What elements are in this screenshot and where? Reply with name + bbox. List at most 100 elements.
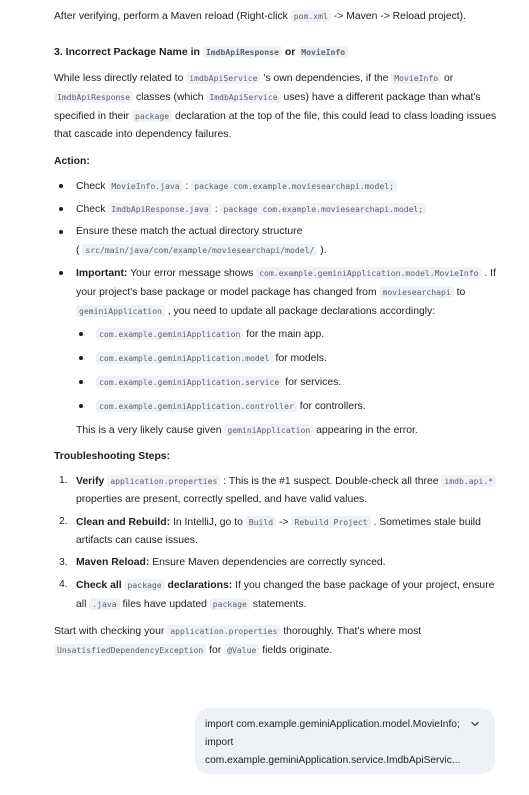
inline-code: application.properties <box>167 625 281 637</box>
text: for the main app. <box>243 329 325 340</box>
text: Check <box>76 204 109 215</box>
text: or <box>441 73 454 84</box>
closing-paragraph: Start with checking your application.pro… <box>54 622 502 660</box>
text: Check <box>76 181 109 192</box>
user-message-line: import <box>205 737 234 748</box>
text: -> <box>276 517 292 528</box>
text: to <box>453 287 466 298</box>
inline-code: MovieInfo <box>298 46 349 58</box>
text: properties are present, correctly spelle… <box>76 494 368 505</box>
text: fields originate. <box>259 645 333 656</box>
inline-code: package <box>124 579 165 591</box>
inline-code: MovieInfo.java <box>108 180 183 192</box>
inline-code: UnsatisfiedDependencyException <box>54 644 207 656</box>
assistant-response: After verifying, perform a Maven reload … <box>54 7 502 660</box>
text: files have updated <box>119 599 210 610</box>
inline-code: ImdbApiResponse <box>202 46 282 58</box>
inline-code: package <box>131 110 173 122</box>
text: In IntelliJ, go to <box>170 517 246 528</box>
list-number: 4. <box>59 579 68 590</box>
inline-code: moviesearchapi <box>379 286 454 298</box>
inline-code: MovieInfo <box>391 72 442 84</box>
chevron-down-icon[interactable] <box>469 718 481 730</box>
list-item: com.example.geminiApplication.controller… <box>76 397 502 416</box>
inline-code: ImdbApiResponse.java <box>108 203 212 215</box>
list-item: Ensure these match the actual directory … <box>54 223 502 260</box>
list-item: 4. Check all package declarations: If you… <box>54 576 502 614</box>
list-number: 2. <box>59 516 68 527</box>
list-item: com.example.geminiApplication for the ma… <box>76 325 502 344</box>
action-label: Action: <box>54 156 90 167</box>
inline-code: package com.example.moviesearchapi.model… <box>220 203 427 215</box>
text: for controllers. <box>296 401 366 412</box>
bold-text: Verify <box>76 476 108 487</box>
inline-code: geminiApplication <box>224 424 314 436</box>
list-item: Important: Your error message shows com.… <box>54 264 502 440</box>
inline-code: com.example.geminiApplication.model <box>96 352 273 364</box>
inline-code: imdbApiService <box>186 72 261 84</box>
list-item: Check ImdbApiResponse.java : package com… <box>54 200 502 219</box>
inline-code: com.example.geminiApplication.model.Movi… <box>256 267 482 279</box>
text: appearing in the error. <box>313 425 418 436</box>
list-item: 3. Maven Reload: Ensure Maven dependencie… <box>54 554 502 572</box>
inline-code: pom.xml <box>290 10 331 22</box>
bold-text: Maven Reload: <box>76 557 150 568</box>
text: for models. <box>272 353 327 364</box>
text: While less directly related to <box>54 73 187 84</box>
action-list: Check MovieInfo.java : package com.examp… <box>54 177 502 440</box>
list-item: com.example.geminiApplication.model for … <box>76 349 502 368</box>
inline-code: package com.example.moviesearchapi.model… <box>191 180 398 192</box>
inline-code: @Value <box>224 644 260 656</box>
inline-code: Build <box>245 516 277 528</box>
text: : <box>182 181 192 192</box>
text: Start with checking your <box>54 626 168 637</box>
chat-window: After verifying, perform a Maven reload … <box>0 0 529 795</box>
text: for <box>206 645 225 656</box>
inline-code: package <box>209 598 250 610</box>
text: statements. <box>249 599 307 610</box>
list-item: Check MovieInfo.java : package com.examp… <box>54 177 502 196</box>
package-list: com.example.geminiApplication for the ma… <box>76 325 502 416</box>
text: Ensure these match the actual directory … <box>76 226 303 237</box>
heading-text: 3. Incorrect Package Name in <box>54 46 203 58</box>
user-message-bubble[interactable]: import com.example.geminiApplication.mod… <box>195 708 495 774</box>
text: : This is the #1 suspect. Double-check a… <box>220 476 442 487</box>
inline-code: ImdbApiResponse <box>54 91 134 103</box>
list-item: 2. Clean and Rebuild: In IntelliJ, go to … <box>54 513 502 550</box>
bold-text: declarations: <box>164 580 233 591</box>
text: , you need to update all package declara… <box>164 306 436 317</box>
list-number: 3. <box>59 557 68 568</box>
troubleshooting-label: Troubleshooting Steps: <box>54 451 171 462</box>
bold-text: Important: <box>76 268 128 279</box>
text: thoroughly. That's where most <box>280 626 422 637</box>
inline-code: application.properties <box>107 475 221 487</box>
list-item: 1. Verify application.properties : This i… <box>54 472 502 509</box>
section-heading: 3. Incorrect Package Name in ImdbApiResp… <box>54 43 502 61</box>
text: -> Maven -> Reload project). <box>330 11 467 22</box>
bold-text: Check all <box>76 580 125 591</box>
text: Your error message shows <box>127 268 257 279</box>
inline-code: src/main/java/com/example/moviesearchapi… <box>82 244 318 256</box>
heading-text: or <box>281 46 299 58</box>
inline-code: com.example.geminiApplication.service <box>96 376 283 388</box>
inline-code: ImdbApiService <box>206 91 281 103</box>
inline-code: com.example.geminiApplication <box>96 328 244 340</box>
inline-code: com.example.geminiApplication.controller <box>96 400 297 412</box>
user-message-line: import com.example.geminiApplication.mod… <box>205 719 460 730</box>
text: 's own dependencies, if the <box>260 73 392 84</box>
list-number: 1. <box>59 475 68 486</box>
text: ). <box>317 245 327 256</box>
section-paragraph: While less directly related to imdbApiSe… <box>54 69 502 144</box>
inline-code: imdb.api.* <box>441 475 497 487</box>
troubleshooting-list: 1. Verify application.properties : This i… <box>54 472 502 614</box>
inline-code: Rebuild Project <box>291 516 371 528</box>
text: classes (which <box>133 92 207 103</box>
text: This is a very likely cause given <box>76 425 225 436</box>
inline-code: .java <box>89 598 120 610</box>
text: After verifying, perform a Maven reload … <box>54 11 291 22</box>
bold-text: Clean and Rebuild: <box>76 517 171 528</box>
inline-code: geminiApplication <box>76 305 165 317</box>
text: for services. <box>282 377 342 388</box>
user-message-line: com.example.geminiApplication.service.Im… <box>205 755 461 766</box>
text: Ensure Maven dependencies are correctly … <box>149 557 386 568</box>
